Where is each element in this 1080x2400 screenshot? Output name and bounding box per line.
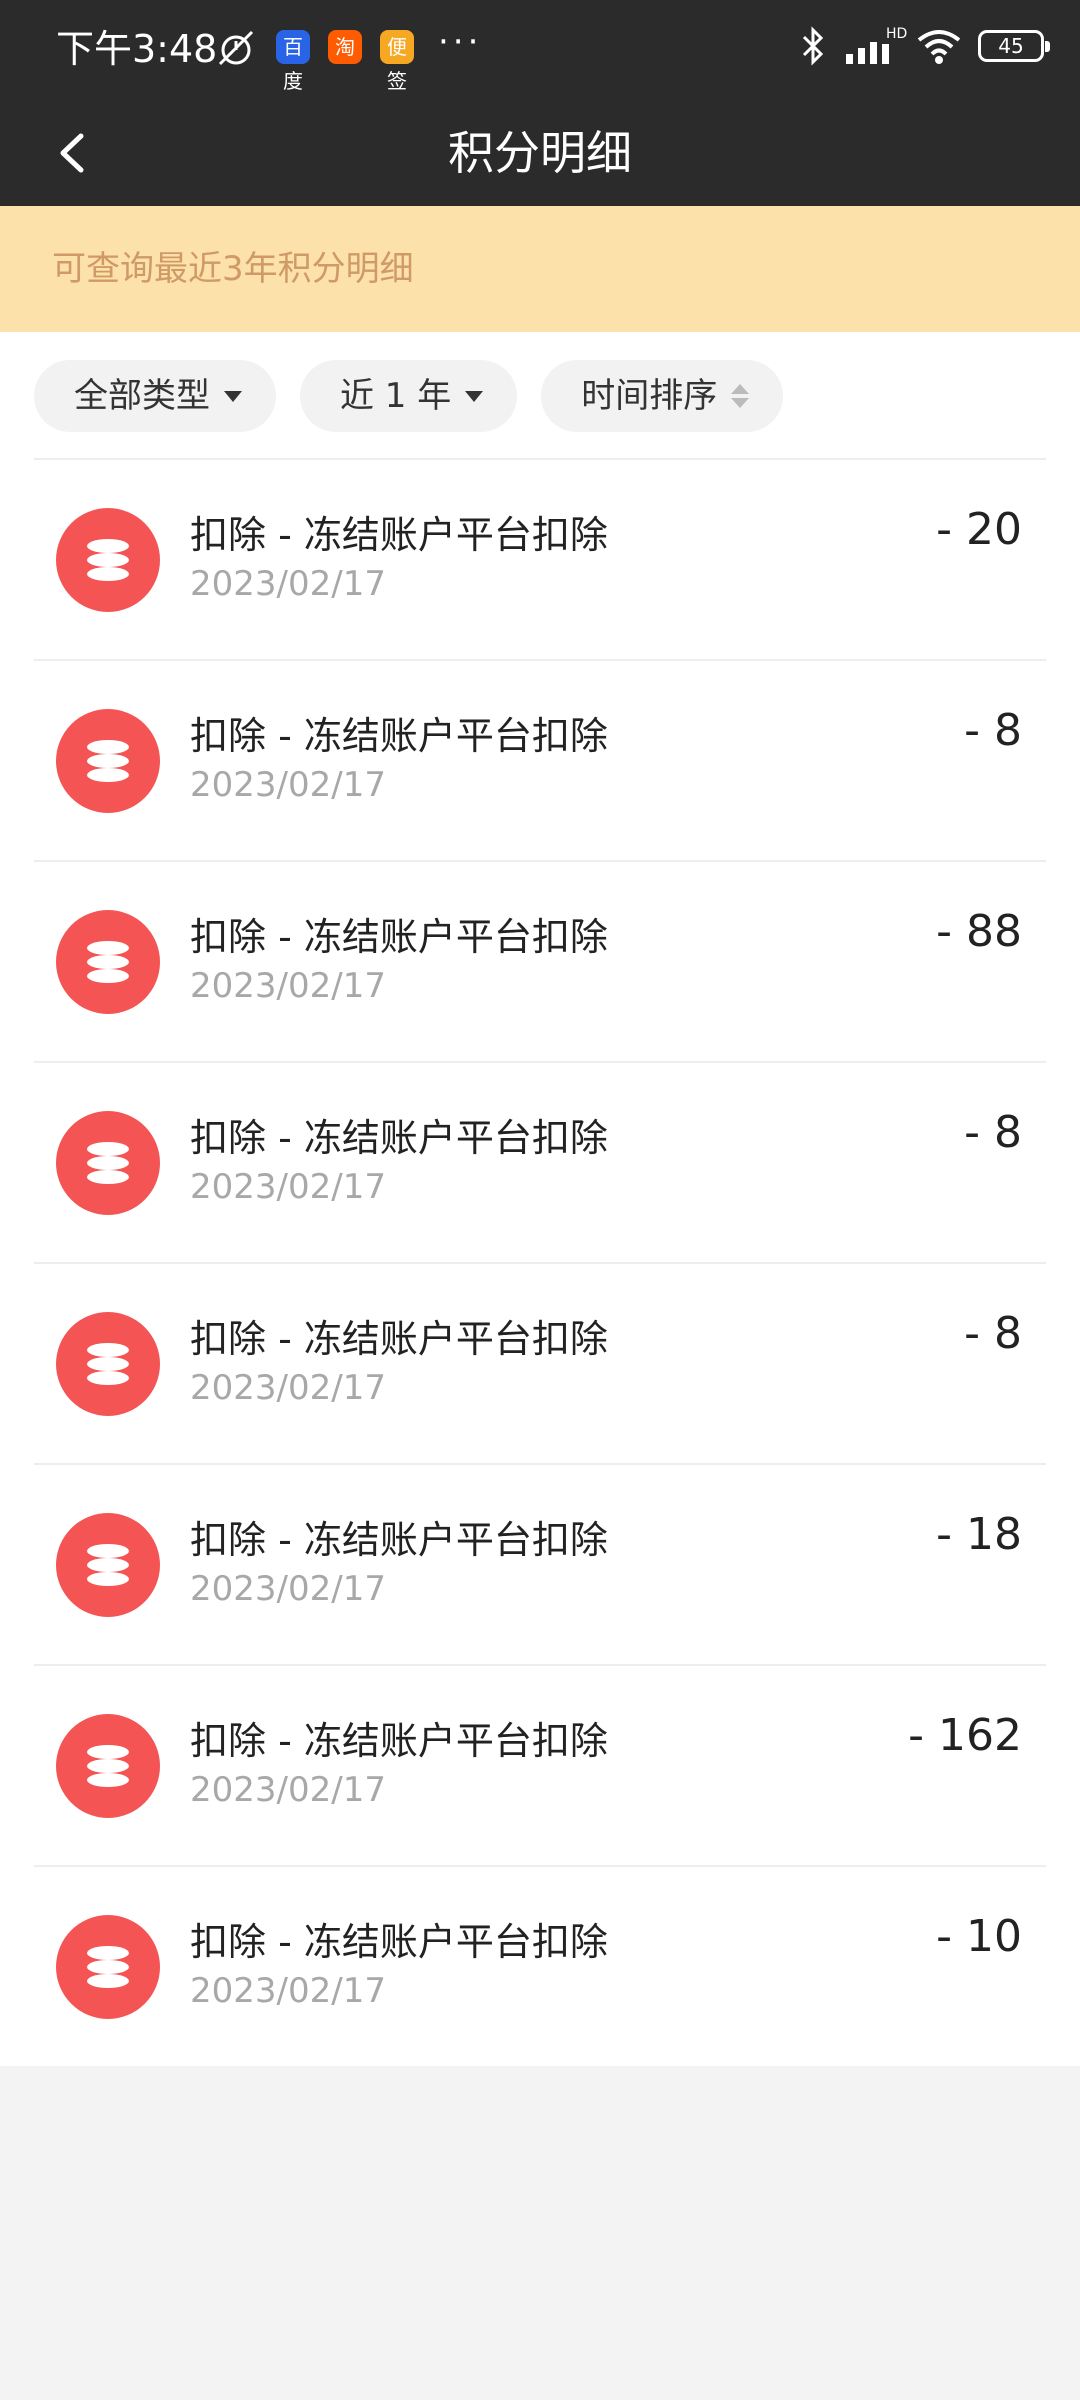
page-title: 积分明细 <box>448 126 632 180</box>
record-title: 扣除 - 冻结账户平台扣除 <box>190 1116 608 1160</box>
nav-bar: 积分明细 <box>0 100 1080 206</box>
notes-app-icon: 便签 <box>380 30 414 93</box>
cellular-signal: HD <box>842 26 907 66</box>
record-date: 2023/02/17 <box>190 1770 386 1810</box>
coins-stack-icon <box>56 1111 160 1215</box>
period-filter[interactable]: 近 1 年 <box>300 360 518 432</box>
record-title: 扣除 - 冻结账户平台扣除 <box>190 1317 608 1361</box>
coins-stack-icon <box>56 709 160 813</box>
record-amount: - 162 <box>908 1710 1022 1761</box>
record-amount: - 18 <box>936 1509 1022 1560</box>
taobao-app-icon: 淘 <box>328 30 362 64</box>
points-record-list: 扣除 - 冻结账户平台扣除 2023/02/17 - 20 扣除 - 冻结账户平… <box>34 458 1046 2066</box>
points-record-row[interactable]: 扣除 - 冻结账户平台扣除 2023/02/17 - 8 <box>34 659 1046 860</box>
points-detail-panel: 全部类型 近 1 年 时间排序 扣除 - 冻结账户平台扣除 2023/02/17… <box>0 332 1080 2066</box>
points-record-row[interactable]: 扣除 - 冻结账户平台扣除 2023/02/17 - 20 <box>34 458 1046 659</box>
status-indicators: HD 45 <box>800 26 1050 66</box>
record-title: 扣除 - 冻结账户平台扣除 <box>190 1920 608 1964</box>
baidu-app-icon: 百度 <box>276 30 310 93</box>
record-date: 2023/02/17 <box>190 765 386 805</box>
record-date: 2023/02/17 <box>190 966 386 1006</box>
type-filter[interactable]: 全部类型 <box>34 360 276 432</box>
back-button[interactable] <box>40 120 106 186</box>
notice-banner: 可查询最近3年积分明细 <box>0 206 1080 332</box>
status-time: 下午3:48 <box>56 27 218 71</box>
record-date: 2023/02/17 <box>190 564 386 604</box>
record-amount: - 10 <box>936 1911 1022 1962</box>
points-record-row[interactable]: 扣除 - 冻结账户平台扣除 2023/02/17 - 10 <box>34 1865 1046 2066</box>
record-title: 扣除 - 冻结账户平台扣除 <box>190 1719 608 1763</box>
status-bar: 下午3:48 百度 淘 便签 ··· HD 45 <box>0 0 1080 100</box>
bluetooth-icon <box>802 26 824 66</box>
record-amount: - 88 <box>936 906 1022 957</box>
sort-icon <box>731 384 750 408</box>
record-title: 扣除 - 冻结账户平台扣除 <box>190 513 608 557</box>
record-amount: - 20 <box>936 504 1022 555</box>
wifi-icon <box>917 30 961 64</box>
coins-stack-icon <box>56 1312 160 1416</box>
chevron-left-icon <box>60 133 84 173</box>
signal-icon <box>846 42 889 64</box>
record-title: 扣除 - 冻结账户平台扣除 <box>190 714 608 758</box>
record-date: 2023/02/17 <box>190 1569 386 1609</box>
coins-stack-icon <box>56 508 160 612</box>
caret-down-icon <box>224 390 242 402</box>
time-sort-label: 时间排序 <box>581 376 718 416</box>
period-filter-label: 近 1 年 <box>340 376 452 416</box>
type-filter-label: 全部类型 <box>74 376 210 416</box>
filter-bar: 全部类型 近 1 年 时间排序 <box>34 360 784 432</box>
record-date: 2023/02/17 <box>190 1368 386 1408</box>
battery-icon: 45 <box>978 30 1050 62</box>
coins-stack-icon <box>56 1513 160 1617</box>
record-date: 2023/02/17 <box>190 1167 386 1207</box>
points-record-row[interactable]: 扣除 - 冻结账户平台扣除 2023/02/17 - 88 <box>34 860 1046 1061</box>
record-amount: - 8 <box>964 1107 1022 1158</box>
points-record-row[interactable]: 扣除 - 冻结账户平台扣除 2023/02/17 - 8 <box>34 1061 1046 1262</box>
record-amount: - 8 <box>964 705 1022 756</box>
time-sort[interactable]: 时间排序 <box>541 360 784 432</box>
points-record-row[interactable]: 扣除 - 冻结账户平台扣除 2023/02/17 - 8 <box>34 1262 1046 1463</box>
coins-stack-icon <box>56 1915 160 2019</box>
record-title: 扣除 - 冻结账户平台扣除 <box>190 915 608 959</box>
caret-down-icon <box>465 390 484 402</box>
coins-stack-icon <box>56 1714 160 1818</box>
record-amount: - 8 <box>964 1308 1022 1359</box>
record-date: 2023/02/17 <box>190 1971 386 2011</box>
points-record-row[interactable]: 扣除 - 冻结账户平台扣除 2023/02/17 - 18 <box>34 1463 1046 1664</box>
alarm-off-icon <box>218 30 254 66</box>
record-title: 扣除 - 冻结账户平台扣除 <box>190 1518 608 1562</box>
coins-stack-icon <box>56 910 160 1014</box>
points-record-row[interactable]: 扣除 - 冻结账户平台扣除 2023/02/17 - 162 <box>34 1664 1046 1865</box>
more-notifications-icon: ··· <box>438 22 483 62</box>
